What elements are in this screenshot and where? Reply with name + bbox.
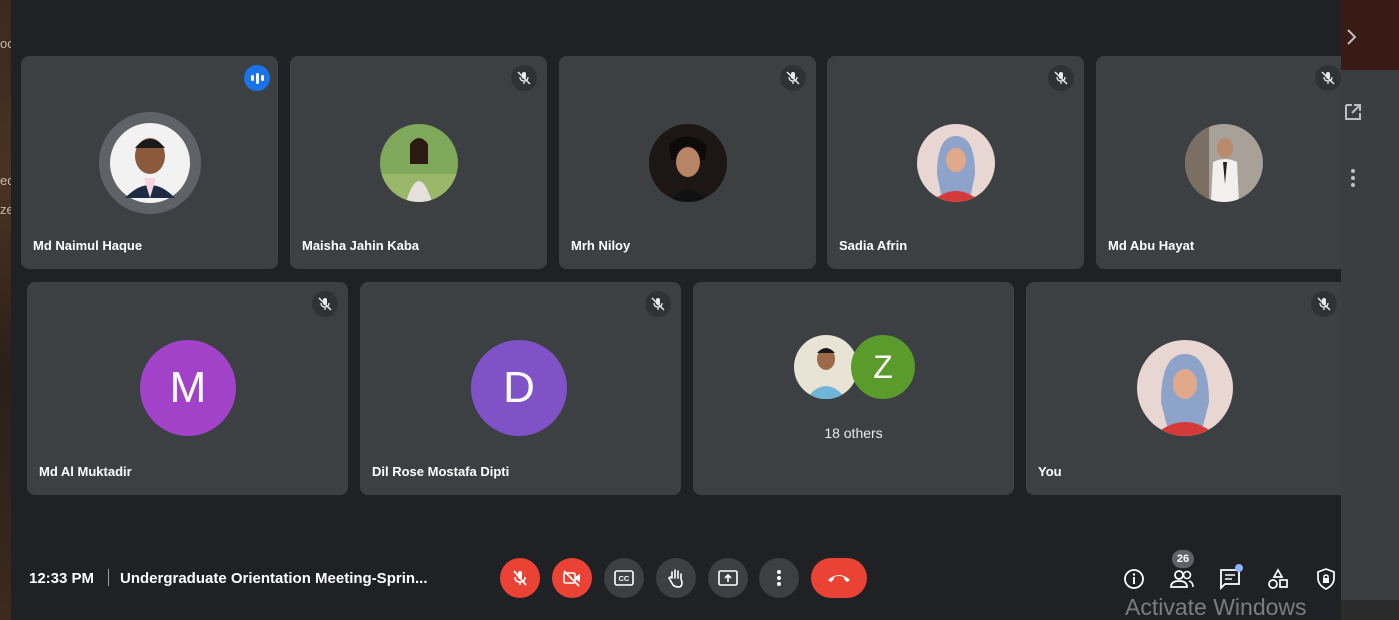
camera-off-icon[interactable]	[552, 558, 592, 598]
side-panel-header	[1341, 0, 1399, 70]
chevron-right-icon[interactable]	[1345, 28, 1359, 51]
avatar	[99, 112, 201, 214]
participant-tile[interactable]: M Md Al Muktadir	[27, 282, 348, 495]
others-tile[interactable]: Z 18 others	[693, 282, 1014, 495]
avatar	[380, 124, 458, 202]
divider	[108, 569, 109, 586]
background-page-strip: oc ec ze	[0, 0, 14, 620]
participant-name: Sadia Afrin	[839, 238, 908, 253]
mic-off-icon[interactable]	[500, 558, 540, 598]
avatar: Z	[851, 335, 915, 399]
avatar: D	[471, 340, 567, 436]
participant-tile[interactable]: Md Naimul Haque	[21, 56, 278, 269]
captions-icon[interactable]: CC	[604, 558, 644, 598]
mic-off-icon	[511, 65, 537, 91]
others-count-label: 18 others	[824, 425, 883, 441]
svg-text:CC: CC	[619, 574, 630, 583]
participant-name: Md Abu Hayat	[1108, 238, 1195, 253]
more-icon[interactable]	[759, 558, 799, 598]
speaking-indicator-icon	[244, 65, 270, 91]
side-panel	[1341, 70, 1399, 600]
self-tile[interactable]: You	[1026, 282, 1341, 495]
info-icon[interactable]	[1121, 566, 1147, 592]
avatar	[917, 124, 995, 202]
clock: 12:33 PM	[29, 570, 95, 587]
participant-tile[interactable]: Maisha Jahin Kaba	[290, 56, 547, 269]
mic-off-icon	[1315, 65, 1341, 91]
participant-tile[interactable]: Mrh Niloy	[559, 56, 816, 269]
activate-windows-watermark: Activate Windows	[1125, 594, 1307, 620]
participant-name: Mrh Niloy	[571, 238, 631, 253]
notification-dot	[1235, 564, 1243, 572]
side-panel-strip	[1341, 0, 1399, 620]
activities-icon[interactable]	[1265, 566, 1291, 592]
participant-name: Maisha Jahin Kaba	[302, 238, 420, 253]
participant-name: Dil Rose Mostafa Dipti	[372, 464, 510, 479]
raise-hand-icon[interactable]	[656, 558, 696, 598]
end-call-icon[interactable]	[811, 558, 867, 598]
participant-name: Md Naimul Haque	[33, 238, 143, 253]
avatar	[1137, 340, 1233, 436]
participant-name: You	[1038, 464, 1062, 479]
present-icon[interactable]	[708, 558, 748, 598]
mic-off-icon	[312, 291, 338, 317]
avatar	[794, 335, 858, 399]
participant-tile[interactable]: Sadia Afrin	[827, 56, 1084, 269]
participant-name: Md Al Muktadir	[39, 464, 132, 479]
more-vert-icon[interactable]	[1350, 168, 1356, 193]
mic-off-icon	[1048, 65, 1074, 91]
meeting-title[interactable]: Undergraduate Orientation Meeting-Sprin.…	[120, 570, 428, 587]
people-icon[interactable]	[1169, 566, 1195, 592]
mic-off-icon	[780, 65, 806, 91]
avatar	[649, 124, 727, 202]
mic-off-icon	[1311, 291, 1337, 317]
mic-off-icon	[645, 291, 671, 317]
host-controls-icon[interactable]	[1313, 566, 1339, 592]
avatar	[1185, 124, 1263, 202]
participant-tile[interactable]: Md Abu Hayat	[1096, 56, 1341, 269]
avatar: M	[140, 340, 236, 436]
open-in-new-icon[interactable]	[1343, 102, 1363, 127]
meet-window: Md Naimul Haque Maisha Jahin Kaba Mrh Ni…	[11, 0, 1341, 620]
participant-tile[interactable]: D Dil Rose Mostafa Dipti	[360, 282, 681, 495]
